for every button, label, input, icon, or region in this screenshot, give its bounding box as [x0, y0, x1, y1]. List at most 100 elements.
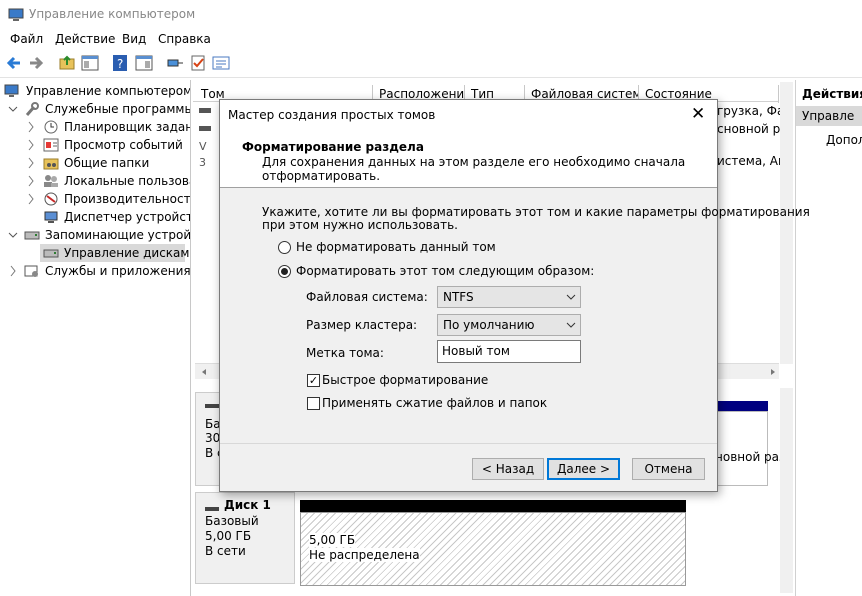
actions-pane: Действия Управле Допол — [795, 80, 862, 596]
tree-node-device-manager[interactable]: Диспетчер устройств — [0, 208, 190, 226]
volume-label-input[interactable]: Новый том — [437, 340, 581, 363]
compression-label[interactable]: Применять сжатие файлов и папок — [322, 396, 547, 410]
menu-bar: Файл Действие Вид Справка — [0, 30, 862, 50]
users-icon — [44, 175, 58, 187]
checklist-icon[interactable] — [189, 54, 207, 72]
chevron-down-icon — [566, 322, 576, 328]
window-title: Управление компьютером — [29, 7, 196, 21]
tree-node-shared-folders[interactable]: Общие папки — [0, 154, 190, 172]
tree-node-system-tools[interactable]: Служебные программы — [0, 100, 190, 118]
disk-1-size: 5,00 ГБ — [205, 529, 252, 543]
scroll-right-icon[interactable] — [769, 368, 777, 376]
vertical-scrollbar[interactable] — [780, 82, 793, 364]
filesystem-select[interactable]: NTFS — [437, 286, 581, 308]
storage-icon — [24, 231, 40, 240]
radio-no-format-label[interactable]: Не форматировать данный том — [296, 240, 496, 254]
tree-node-task-scheduler[interactable]: Планировщик заданий — [0, 118, 190, 136]
next-button[interactable]: Далее > — [547, 458, 620, 480]
menu-action[interactable]: Действие — [55, 32, 115, 46]
shared-folder-icon — [43, 158, 59, 170]
connect-icon[interactable] — [166, 54, 184, 72]
chevron-down-icon[interactable] — [8, 228, 18, 242]
unallocated-size: 5,00 ГБ — [309, 533, 356, 547]
quick-format-label[interactable]: Быстрое форматирование — [322, 373, 488, 387]
disk-1-type: Базовый — [205, 514, 259, 528]
title-bar: Управление компьютером — [0, 0, 862, 30]
event-viewer-icon — [43, 138, 59, 152]
separator — [220, 443, 717, 444]
close-icon[interactable]: ✕ — [691, 104, 705, 124]
quick-format-checkbox[interactable]: ✓ — [307, 374, 320, 387]
volume-row-icon[interactable]: V — [199, 140, 207, 153]
menu-help[interactable]: Справка — [158, 32, 211, 46]
device-manager-icon — [44, 211, 58, 223]
disk-management-icon — [43, 249, 59, 258]
chevron-right-icon[interactable] — [26, 192, 36, 206]
console-tree-icon[interactable] — [81, 54, 99, 72]
disk-map-scrollbar[interactable] — [780, 388, 793, 593]
radio-format[interactable] — [278, 265, 291, 278]
svg-text:?: ? — [117, 57, 123, 71]
tree-node-storage[interactable]: Запоминающие устройст — [0, 226, 190, 244]
services-icon — [24, 265, 38, 277]
console-tree: Управление компьютером (л Служебные прог… — [0, 80, 191, 596]
tree-node-disk-management[interactable]: Управление дисками — [40, 244, 190, 262]
wizard-title: Мастер создания простых томов — [228, 108, 436, 122]
wizard-header: Мастер создания простых томов ✕ Форматир… — [220, 100, 717, 188]
disk-1-unallocated-region[interactable]: 5,00 ГБ Не распределена — [300, 512, 686, 586]
wizard-subheading-2: отформатировать. — [262, 169, 381, 183]
properties-icon[interactable] — [212, 54, 230, 72]
toolbar: ? — [0, 50, 862, 78]
tree-node-event-viewer[interactable]: Просмотр событий — [0, 136, 190, 154]
disk-1-status: В сети — [205, 544, 246, 558]
chevron-down-icon[interactable] — [8, 102, 18, 116]
disk-0-partition[interactable]: новной разд — [714, 411, 793, 486]
disk-0-partition-bar — [714, 401, 768, 411]
chevron-right-icon[interactable] — [26, 138, 36, 152]
filesystem-label: Файловая система: — [306, 290, 428, 304]
volume-row-icon[interactable] — [199, 106, 211, 119]
chevron-right-icon[interactable] — [26, 156, 36, 170]
clock-icon — [44, 120, 58, 134]
back-button[interactable]: < Назад — [472, 458, 544, 480]
scroll-left-icon[interactable] — [200, 368, 208, 376]
chevron-right-icon[interactable] — [8, 264, 18, 278]
computer-icon — [4, 84, 19, 97]
disk-1-info[interactable]: Диск 1 Базовый 5,00 ГБ В сети — [195, 492, 295, 584]
help-icon[interactable]: ? — [111, 54, 129, 72]
volume-label-label: Метка тома: — [306, 346, 384, 360]
chevron-right-icon[interactable] — [26, 174, 36, 188]
radio-no-format[interactable] — [278, 241, 291, 254]
cluster-size-label: Размер кластера: — [306, 318, 418, 332]
volume-row-icon[interactable]: 3 — [199, 156, 206, 169]
actions-item-more[interactable]: Допол — [826, 133, 862, 147]
tree-node-root[interactable]: Управление компьютером (л — [0, 82, 190, 100]
chevron-right-icon[interactable] — [26, 120, 36, 134]
unallocated-label: Не распределена — [309, 548, 420, 562]
wizard-subheading: Для сохранения данных на этом разделе ег… — [262, 155, 686, 169]
volume-row-icon[interactable] — [199, 124, 211, 137]
up-folder-icon[interactable] — [58, 54, 76, 72]
actions-header: Действия — [802, 87, 862, 101]
computer-management-icon — [8, 8, 24, 25]
wizard-instruction: Укажите, хотите ли вы форматировать этот… — [262, 205, 810, 219]
disk-1-name: Диск 1 — [224, 498, 271, 512]
tree-node-services[interactable]: Службы и приложения — [0, 262, 190, 280]
tree-node-local-users[interactable]: Локальные пользовате — [0, 172, 190, 190]
tree-node-performance[interactable]: Производительность — [0, 190, 190, 208]
menu-file[interactable]: Файл — [10, 32, 43, 46]
compression-checkbox[interactable] — [307, 397, 320, 410]
cancel-button[interactable]: Отмена — [632, 458, 705, 480]
performance-icon — [44, 192, 58, 206]
disk-1-unallocated-bar — [300, 500, 686, 512]
radio-format-label[interactable]: Форматировать этот том следующим образом… — [296, 264, 594, 278]
cluster-size-select[interactable]: По умолчанию — [437, 314, 581, 336]
back-arrow-icon[interactable] — [5, 54, 23, 72]
action-pane-icon[interactable] — [135, 54, 153, 72]
tools-icon — [25, 102, 39, 116]
forward-arrow-icon[interactable] — [27, 54, 45, 72]
wizard-instruction-2: при этом нужно использовать. — [262, 218, 458, 232]
actions-item-disk-management[interactable]: Управле — [796, 106, 862, 126]
menu-view[interactable]: Вид — [122, 32, 146, 46]
chevron-down-icon — [566, 294, 576, 300]
